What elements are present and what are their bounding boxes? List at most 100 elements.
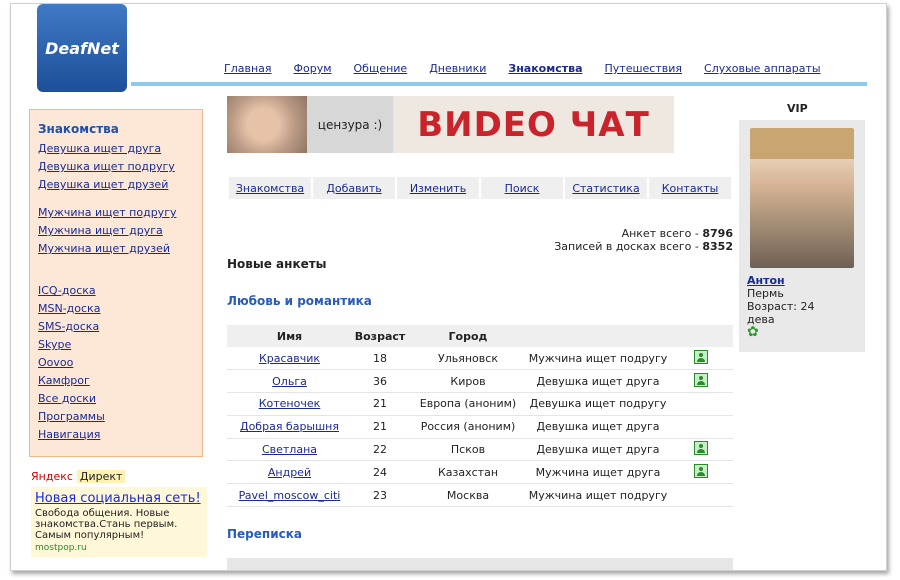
top-navigation: Главная Форум Общение Дневники Знакомства Пут… (224, 62, 843, 75)
col-city-header: Город (448, 329, 488, 343)
cell-age: 36 (352, 369, 408, 394)
topnav-item[interactable]: Знакомства (508, 62, 582, 75)
sidebar-group-boards: ICQ-доска MSN-доска SMS-доска Skype Oovoo Кам… (38, 284, 194, 441)
sidebar-link[interactable]: Камфрог (38, 374, 194, 387)
subnav-tab[interactable]: Поиск (481, 177, 563, 199)
vip-avatar[interactable] (750, 128, 854, 268)
table-row: Ольга 36 Киров Девушка ищет друга (227, 369, 733, 394)
sidebar-link[interactable]: Девушка ищет подругу (38, 160, 194, 173)
table-row: Котеночек 21 Европа (аноним) Девушка ищет п… (227, 392, 733, 416)
cell-photo (668, 415, 733, 439)
new-profiles-heading: Новые анкеты (227, 257, 327, 271)
direct-label[interactable]: Директ (76, 470, 126, 483)
cell-city: Казахстан (408, 460, 528, 485)
topnav-item[interactable]: Форум (294, 62, 332, 75)
subnav-tab[interactable]: Знакомства (229, 177, 311, 199)
sidebar-link[interactable]: Навигация (38, 428, 194, 441)
cell-type: Девушка ищет друга (528, 438, 668, 462)
sidebar-link[interactable]: Все доски (38, 392, 194, 405)
profile-name-link[interactable]: Добрая барышня (240, 420, 339, 433)
sidebar-link[interactable]: Девушка ищет друга (38, 142, 194, 155)
ad-title-link[interactable]: Новая социальная сеть! (35, 491, 203, 506)
yandex-label[interactable]: Яндекс (31, 470, 73, 483)
top-divider-bar (131, 82, 867, 86)
sidebar-link[interactable]: MSN-доска (38, 302, 194, 315)
cell-name: Андрей (227, 460, 352, 485)
ad-url[interactable]: mostpop.ru (35, 543, 203, 553)
profile-name-link[interactable]: Красавчик (259, 352, 320, 365)
cell-age: 21 (352, 415, 408, 439)
sidebar-link[interactable]: Oovoo (38, 356, 194, 369)
photo-icon[interactable] (693, 441, 708, 456)
cell-city: Киров (408, 369, 528, 394)
sidebar-title: Знакомства (38, 122, 119, 136)
sidebar-link[interactable]: Девушка ищет друзей (38, 178, 194, 191)
col-name-header: Имя (276, 329, 303, 343)
subnav-tab[interactable]: Статистика (565, 177, 647, 199)
cell-photo (668, 392, 733, 416)
correspondence-heading[interactable]: Переписка (227, 527, 302, 541)
profile-name-link[interactable]: Андрей (268, 466, 311, 479)
photo-icon[interactable] (693, 372, 708, 387)
cell-photo (668, 460, 733, 485)
sidebar-link[interactable]: ICQ-доска (38, 284, 194, 297)
cell-age: 21 (352, 392, 408, 416)
photo-icon[interactable] (693, 349, 708, 364)
cell-photo (668, 347, 733, 371)
cell-city: Москва (408, 483, 528, 508)
video-chat-banner[interactable]: цензура :) ВИDЕО ЧАТ (227, 96, 674, 153)
cell-type: Мужчина ищет друга (528, 460, 668, 485)
records-count: 8352 (702, 240, 733, 253)
love-romance-heading[interactable]: Любовь и романтика (227, 294, 372, 308)
vip-card: Антон Пермь Возраст: 24 дева ✿ (739, 120, 865, 352)
correspondence-table-header (227, 558, 733, 570)
col-photo-header (668, 325, 733, 347)
banner-photo (227, 96, 307, 153)
topnav-item[interactable]: Дневники (429, 62, 486, 75)
sidebar-link[interactable]: Программы (38, 410, 194, 423)
cell-type: Мужчина ищет подругу (528, 483, 668, 508)
yandex-direct-ad: Яндекс Директ Новая социальная сеть! Сво… (31, 470, 207, 557)
cell-name: Светлана (227, 438, 352, 462)
profiles-count: 8796 (702, 227, 733, 240)
cell-city: Ульяновск (408, 347, 528, 371)
statistics: Анкет всего - 8796 Записей в досках всег… (531, 227, 733, 253)
profile-name-link[interactable]: Ольга (272, 375, 307, 388)
profile-name-link[interactable]: Котеночек (259, 397, 321, 410)
site-logo[interactable]: DeafNet (37, 4, 127, 92)
sidebar-link[interactable]: SMS-доска (38, 320, 194, 333)
topnav-item[interactable]: Главная (224, 62, 272, 75)
page-frame: DeafNet Главная Форум Общение Дневники Знако… (10, 3, 887, 571)
sub-navigation: Знакомства Добавить Изменить Поиск Статистик… (229, 177, 731, 199)
profiles-label: Анкет всего - (621, 227, 699, 240)
col-age-header: Возраст (354, 329, 406, 343)
subnav-tab[interactable]: Изменить (397, 177, 479, 199)
sidebar-link[interactable]: Skype (38, 338, 194, 351)
vip-name-link[interactable]: Антон (747, 274, 857, 287)
profile-name-link[interactable]: Pavel_moscow_citi (239, 489, 341, 502)
cell-name: Ольга (227, 369, 352, 394)
profile-name-link[interactable]: Светлана (262, 443, 317, 456)
photo-icon[interactable] (693, 463, 708, 478)
sidebar-box: Знакомства Девушка ищет друга Девушка ище… (29, 109, 203, 457)
cell-age: 22 (352, 438, 408, 462)
topnav-item[interactable]: Общение (354, 62, 408, 75)
sidebar-group-women: Девушка ищет друга Девушка ищет подругу Де… (38, 142, 194, 191)
cell-photo (668, 483, 733, 508)
banner-censor-label: цензура :) (307, 96, 393, 153)
cell-city: Россия (аноним) (408, 415, 528, 439)
subnav-tab[interactable]: Добавить (313, 177, 395, 199)
subnav-tab[interactable]: Контакты (649, 177, 731, 199)
topnav-item[interactable]: Слуховые аппараты (704, 62, 821, 75)
cell-age: 18 (352, 347, 408, 371)
sidebar-link[interactable]: Мужчина ищет друга (38, 224, 194, 237)
sidebar-link[interactable]: Мужчина ищет друзей (38, 242, 194, 255)
cell-city: Псков (408, 438, 528, 462)
table-row: Андрей 24 Казахстан Мужчина ищет друга (227, 460, 733, 485)
sidebar-link[interactable]: Мужчина ищет подругу (38, 206, 194, 219)
topnav-item[interactable]: Путешествия (605, 62, 683, 75)
ad-body: Свобода общения. Новые знакомства.Стань … (35, 508, 178, 541)
clover-icon: ✿ (747, 324, 759, 340)
records-label: Записей в досках всего - (554, 240, 699, 253)
table-row: Красавчик 18 Ульяновск Мужчина ищет подругу (227, 347, 733, 371)
